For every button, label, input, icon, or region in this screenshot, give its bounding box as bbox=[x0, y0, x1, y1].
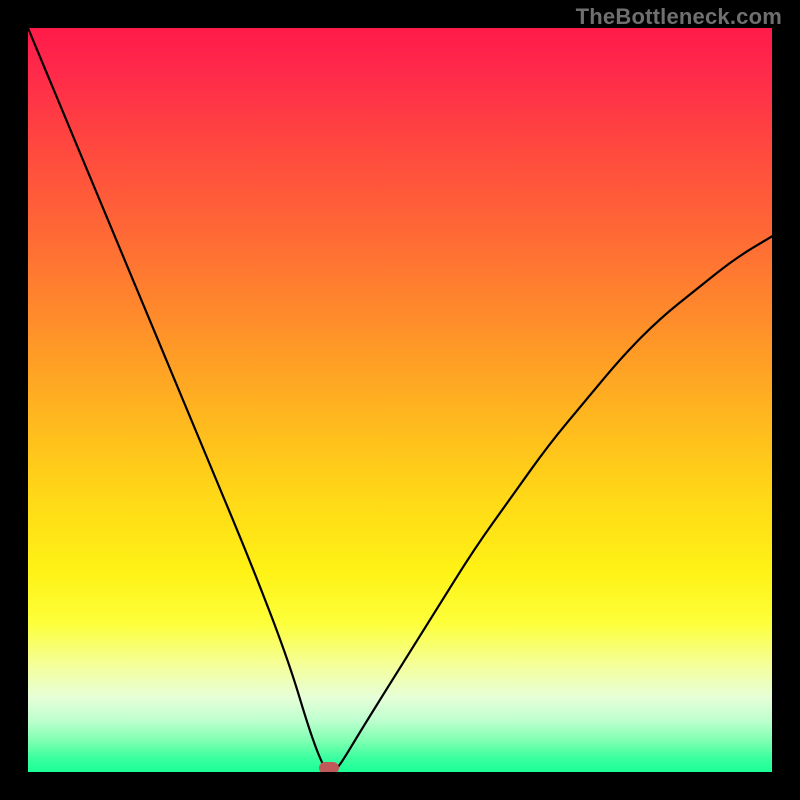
plot-area bbox=[28, 28, 772, 772]
chart-frame: TheBottleneck.com bbox=[0, 0, 800, 800]
curve-svg bbox=[28, 28, 772, 772]
optimal-marker bbox=[319, 762, 339, 772]
bottleneck-curve bbox=[28, 28, 772, 772]
watermark-text: TheBottleneck.com bbox=[576, 4, 782, 30]
